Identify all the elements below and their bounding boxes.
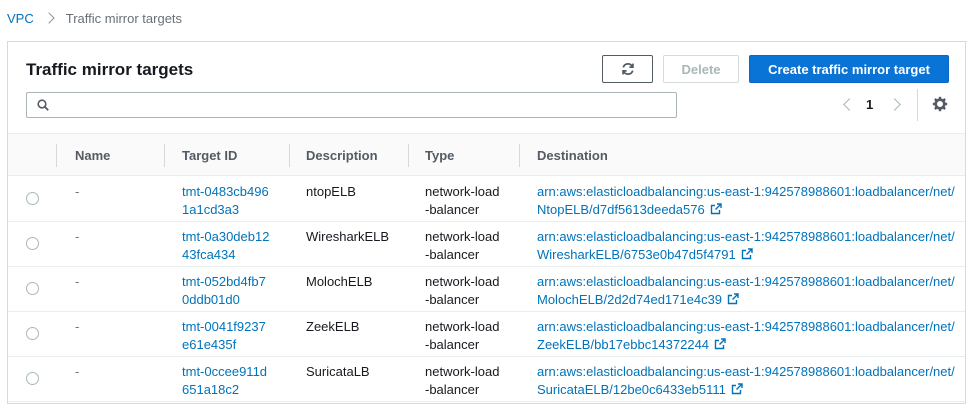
column-header-description[interactable]: Description	[306, 134, 378, 177]
cell-destination[interactable]: arn:aws:elasticloadbalancing:us-east-1:9…	[537, 273, 955, 309]
column-header-name[interactable]: Name	[75, 134, 110, 177]
cell-description: MolochELB	[306, 274, 373, 289]
type-text: -balancer	[425, 202, 480, 217]
cell-target-id[interactable]: tmt-052bd4fb7 0ddb01d0	[182, 273, 266, 309]
refresh-button[interactable]	[602, 55, 653, 83]
row-select-radio[interactable]	[26, 237, 39, 250]
target-id-link[interactable]: tmt-0041f9237	[182, 318, 266, 336]
create-traffic-mirror-target-button[interactable]: Create traffic mirror target	[749, 55, 949, 83]
row-select-radio[interactable]	[26, 327, 39, 340]
target-id-link[interactable]: tmt-0ccee911d	[182, 363, 267, 381]
type-text: network-load	[425, 319, 500, 334]
row-select-radio[interactable]	[26, 372, 39, 385]
external-link-icon[interactable]	[710, 203, 722, 215]
destination-link[interactable]: NtopELB/d7df5613deeda576	[537, 202, 705, 217]
column-divider	[408, 144, 409, 167]
targets-panel: Traffic mirror targets Delete Create tra…	[7, 42, 966, 404]
column-divider	[164, 144, 165, 167]
breadcrumb-current: Traffic mirror targets	[65, 11, 183, 26]
destination-link[interactable]: ZeekELB/bb17ebbc14372244	[537, 337, 709, 352]
column-divider	[519, 144, 520, 167]
column-divider	[289, 144, 290, 167]
table-header: Name Target ID Description Type Destinat…	[8, 133, 965, 176]
external-link-icon[interactable]	[731, 383, 743, 395]
delete-button[interactable]: Delete	[663, 55, 739, 83]
target-id-link[interactable]: e61e435f	[182, 336, 266, 354]
destination-link[interactable]: MolochELB/2d2d74ed171e4c39	[537, 292, 722, 307]
destination-link[interactable]: arn:aws:elasticloadbalancing:us-east-1:9…	[537, 183, 955, 201]
row-select-radio[interactable]	[26, 282, 39, 295]
cell-type: network-load -balancer	[425, 183, 499, 219]
cell-target-id[interactable]: tmt-0483cb496 1a1cd3a3	[182, 183, 269, 219]
cell-name: -	[75, 319, 80, 334]
target-id-link[interactable]: tmt-052bd4fb7	[182, 273, 266, 291]
cell-type: network-load -balancer	[425, 363, 499, 399]
target-id-link[interactable]: 1a1cd3a3	[182, 201, 269, 219]
cell-description: WiresharkELB	[306, 229, 390, 244]
type-text: network-load	[425, 274, 500, 289]
cell-type: network-load -balancer	[425, 318, 499, 354]
table-row[interactable]: - tmt-0483cb496 1a1cd3a3 ntopELB network…	[8, 177, 965, 222]
target-id-link[interactable]: 651a18c2	[182, 381, 267, 399]
target-id-link[interactable]: 43fca434	[182, 246, 269, 264]
page-title: Traffic mirror targets	[26, 60, 194, 79]
divider	[917, 89, 918, 121]
column-header-target-id[interactable]: Target ID	[182, 134, 237, 177]
cell-description: ntopELB	[306, 184, 356, 199]
external-link-icon[interactable]	[741, 248, 753, 260]
table-row[interactable]: - tmt-0a30deb12 43fca434 WiresharkELB ne…	[8, 222, 965, 267]
search-input[interactable]	[26, 92, 677, 118]
table-row[interactable]: - tmt-0041f9237 e61e435f ZeekELB network…	[8, 312, 965, 357]
type-text: network-load	[425, 184, 500, 199]
cell-description: SuricataLB	[306, 364, 370, 379]
refresh-icon	[621, 62, 634, 76]
cell-name: -	[75, 184, 80, 199]
cell-target-id[interactable]: tmt-0ccee911d 651a18c2	[182, 363, 267, 399]
gear-icon[interactable]	[932, 96, 948, 112]
type-text: -balancer	[425, 247, 480, 262]
cell-description: ZeekELB	[306, 319, 360, 334]
target-id-link[interactable]: tmt-0483cb496	[182, 183, 269, 201]
pagination-current-page[interactable]: 1	[866, 97, 873, 112]
breadcrumb: VPC Traffic mirror targets	[7, 11, 182, 26]
column-divider	[56, 144, 57, 167]
external-link-icon[interactable]	[727, 293, 739, 305]
destination-link[interactable]: arn:aws:elasticloadbalancing:us-east-1:9…	[537, 273, 955, 291]
target-id-link[interactable]: tmt-0a30deb12	[182, 228, 269, 246]
cell-target-id[interactable]: tmt-0041f9237 e61e435f	[182, 318, 266, 354]
table-row[interactable]: - tmt-052bd4fb7 0ddb01d0 MolochELB netwo…	[8, 267, 965, 312]
chevron-right-icon[interactable]	[888, 96, 904, 114]
cell-type: network-load -balancer	[425, 228, 499, 264]
type-text: -balancer	[425, 292, 480, 307]
column-header-destination[interactable]: Destination	[537, 134, 608, 177]
destination-link[interactable]: arn:aws:elasticloadbalancing:us-east-1:9…	[537, 363, 955, 381]
chevron-left-icon[interactable]	[840, 96, 856, 114]
chevron-right-icon	[46, 12, 54, 25]
cell-destination[interactable]: arn:aws:elasticloadbalancing:us-east-1:9…	[537, 318, 955, 354]
cell-destination[interactable]: arn:aws:elasticloadbalancing:us-east-1:9…	[537, 363, 955, 399]
search-icon	[37, 99, 49, 111]
destination-link[interactable]: arn:aws:elasticloadbalancing:us-east-1:9…	[537, 318, 955, 336]
type-text: network-load	[425, 364, 500, 379]
cell-destination[interactable]: arn:aws:elasticloadbalancing:us-east-1:9…	[537, 228, 955, 264]
cell-name: -	[75, 229, 80, 244]
type-text: -balancer	[425, 382, 480, 397]
destination-link[interactable]: SuricataELB/12be0c6433eb5111	[537, 382, 726, 397]
breadcrumb-vpc-link[interactable]: VPC	[7, 11, 34, 26]
cell-type: network-load -balancer	[425, 273, 499, 309]
row-select-radio[interactable]	[26, 192, 39, 205]
destination-link[interactable]: arn:aws:elasticloadbalancing:us-east-1:9…	[537, 228, 955, 246]
cell-name: -	[75, 274, 80, 289]
column-header-type[interactable]: Type	[425, 134, 454, 177]
cell-destination[interactable]: arn:aws:elasticloadbalancing:us-east-1:9…	[537, 183, 955, 219]
cell-target-id[interactable]: tmt-0a30deb12 43fca434	[182, 228, 269, 264]
destination-link[interactable]: WiresharkELB/6753e0b47d5f4791	[537, 247, 736, 262]
external-link-icon[interactable]	[714, 338, 726, 350]
target-id-link[interactable]: 0ddb01d0	[182, 291, 266, 309]
cell-name: -	[75, 364, 80, 379]
type-text: network-load	[425, 229, 500, 244]
type-text: -balancer	[425, 337, 480, 352]
table-row[interactable]: - tmt-0ccee911d 651a18c2 SuricataLB netw…	[8, 357, 965, 402]
